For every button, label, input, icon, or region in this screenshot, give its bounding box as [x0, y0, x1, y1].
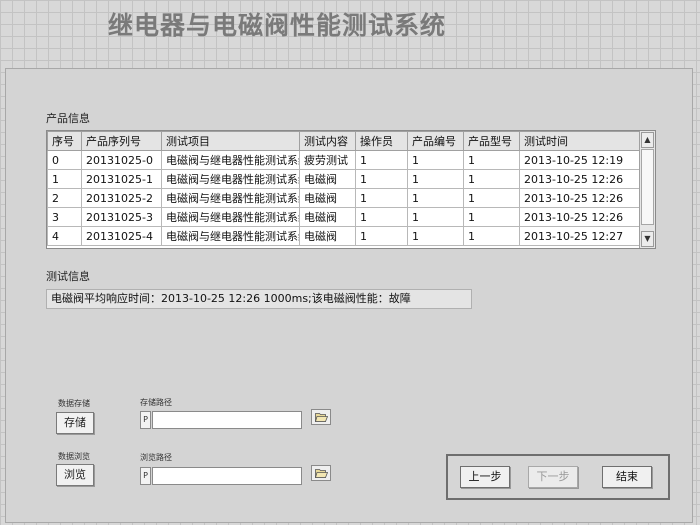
table-row[interactable]: 3 20131025-3 电磁阀与继电器性能测试系统 电磁阀 1 1 1 2013-10-25… — [47, 207, 642, 227]
column-header: 序号 — [47, 131, 82, 151]
scroll-down-icon[interactable]: ▼ — [641, 231, 654, 247]
test-result-display: 电磁阀平均响应时间：2013-10-25 12:26 1000ms;该电磁阀性能… — [46, 289, 472, 309]
table-row[interactable]: 1 20131025-1 电磁阀与继电器性能测试系统 电磁阀 1 1 1 2013-10-25… — [47, 169, 642, 189]
storage-path-label: 存储路径 — [140, 398, 172, 407]
folder-open-icon[interactable] — [311, 409, 331, 425]
path-type-icon: P — [140, 467, 151, 485]
prev-step-button[interactable]: 上一步 — [460, 466, 510, 488]
table-cell: 2013-10-25 12:19 — [519, 150, 642, 170]
path-type-icon: P — [140, 411, 151, 429]
browse-button[interactable]: 浏览 — [56, 464, 94, 486]
table-cell: 2013-10-25 12:26 — [519, 169, 642, 189]
table-cell: 1 — [407, 207, 464, 227]
table-cell: 1 — [407, 169, 464, 189]
table-cell: 20131025-1 — [81, 169, 162, 189]
finish-button[interactable]: 结束 — [602, 466, 652, 488]
column-header: 测试内容 — [299, 131, 356, 151]
table-cell: 20131025-4 — [81, 226, 162, 246]
product-info-label: 产品信息 — [46, 112, 90, 125]
table-cell: 电磁阀 — [299, 188, 356, 208]
table-cell: 20131025-2 — [81, 188, 162, 208]
table-scrollbar[interactable]: ▲ ▼ — [639, 131, 655, 248]
navigation-group: 上一步 下一步 结束 — [446, 454, 670, 500]
column-header: 产品编号 — [407, 131, 464, 151]
table-cell: 电磁阀与继电器性能测试系统 — [161, 188, 300, 208]
table-cell: 20131025-3 — [81, 207, 162, 227]
table-cell: 电磁阀与继电器性能测试系统 — [161, 207, 300, 227]
table-cell: 0 — [47, 150, 82, 170]
scroll-up-icon[interactable]: ▲ — [641, 132, 654, 148]
column-header: 操作员 — [355, 131, 408, 151]
table-cell: 1 — [407, 150, 464, 170]
next-step-button[interactable]: 下一步 — [528, 466, 578, 488]
table-cell: 20131025-0 — [81, 150, 162, 170]
table-cell: 电磁阀与继电器性能测试系统 — [161, 169, 300, 189]
table-cell: 1 — [407, 226, 464, 246]
table-cell: 1 — [355, 150, 408, 170]
table-cell: 1 — [463, 188, 520, 208]
app-title: 继电器与电磁阀性能测试系统 — [108, 11, 447, 40]
storage-group-label: 数据存储 — [58, 399, 90, 408]
product-table-grid: 序号 产品序列号 测试项目 测试内容 操作员 产品编号 产品型号 测试时间 0 20131025… — [47, 131, 642, 246]
table-cell: 2013-10-25 12:26 — [519, 207, 642, 227]
table-cell: 1 — [355, 226, 408, 246]
table-cell: 1 — [355, 188, 408, 208]
browse-group-label: 数据浏览 — [58, 452, 90, 461]
table-cell: 2 — [47, 188, 82, 208]
table-cell: 2013-10-25 12:27 — [519, 226, 642, 246]
table-cell: 电磁阀与继电器性能测试系统 — [161, 150, 300, 170]
scroll-thumb[interactable] — [641, 149, 654, 225]
table-row[interactable]: 4 20131025-4 电磁阀与继电器性能测试系统 电磁阀 1 1 1 2013-10-25… — [47, 226, 642, 246]
table-cell: 疲劳测试 — [299, 150, 356, 170]
table-cell: 1 — [47, 169, 82, 189]
table-cell: 1 — [463, 169, 520, 189]
storage-path-input[interactable] — [152, 411, 302, 429]
browse-path-input[interactable] — [152, 467, 302, 485]
table-cell: 电磁阀 — [299, 169, 356, 189]
table-cell: 1 — [355, 207, 408, 227]
table-cell: 1 — [463, 207, 520, 227]
table-cell: 电磁阀 — [299, 207, 356, 227]
column-header: 产品序列号 — [81, 131, 162, 151]
table-cell: 3 — [47, 207, 82, 227]
table-cell: 1 — [355, 169, 408, 189]
browse-path-label: 浏览路径 — [140, 453, 172, 462]
table-cell: 电磁阀 — [299, 226, 356, 246]
column-header: 测试项目 — [161, 131, 300, 151]
table-cell: 4 — [47, 226, 82, 246]
table-row[interactable]: 2 20131025-2 电磁阀与继电器性能测试系统 电磁阀 1 1 1 2013-10-25… — [47, 188, 642, 208]
test-info-label: 测试信息 — [46, 270, 90, 283]
column-header: 测试时间 — [519, 131, 642, 151]
table-cell: 1 — [463, 150, 520, 170]
table-cell: 2013-10-25 12:26 — [519, 188, 642, 208]
table-header-row: 序号 产品序列号 测试项目 测试内容 操作员 产品编号 产品型号 测试时间 — [47, 131, 642, 151]
table-row[interactable]: 0 20131025-0 电磁阀与继电器性能测试系统 疲劳测试 1 1 1 2013-10-2… — [47, 150, 642, 170]
product-table[interactable]: 序号 产品序列号 测试项目 测试内容 操作员 产品编号 产品型号 测试时间 0 20131025… — [46, 130, 656, 249]
table-cell: 电磁阀与继电器性能测试系统 — [161, 226, 300, 246]
table-cell: 1 — [463, 226, 520, 246]
folder-open-icon[interactable] — [311, 465, 331, 481]
column-header: 产品型号 — [463, 131, 520, 151]
table-cell: 1 — [407, 188, 464, 208]
save-button[interactable]: 存储 — [56, 412, 94, 434]
